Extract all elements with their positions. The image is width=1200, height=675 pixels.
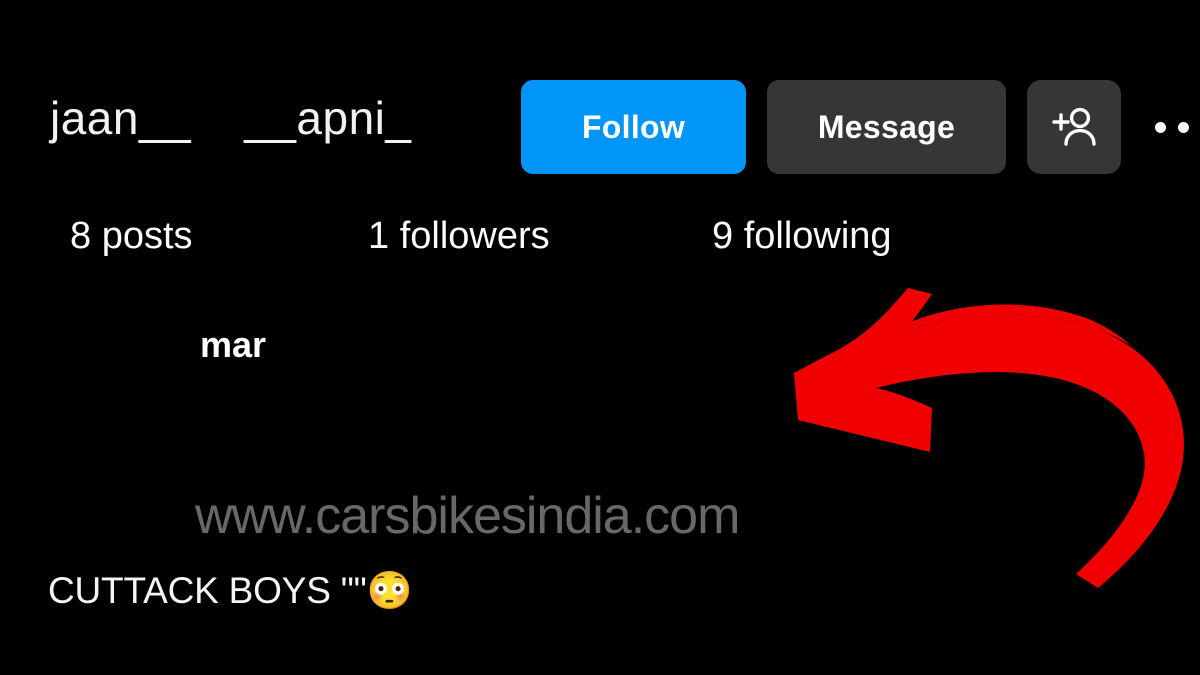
stat-posts[interactable]: 8 posts bbox=[70, 212, 193, 260]
stat-following[interactable]: 9 following bbox=[712, 212, 892, 260]
more-options-button[interactable] bbox=[1155, 112, 1200, 142]
profile-display-name: mar bbox=[200, 324, 267, 365]
profile-header: jaan__ __apni_ Follow Message bbox=[0, 34, 1200, 174]
add-person-button[interactable] bbox=[1027, 80, 1121, 174]
follow-button[interactable]: Follow bbox=[521, 80, 746, 174]
add-person-icon bbox=[1049, 104, 1099, 150]
profile-username: jaan__ __apni_ bbox=[50, 92, 412, 144]
message-button[interactable]: Message bbox=[767, 80, 1006, 174]
more-options-icon bbox=[1155, 121, 1166, 133]
instagram-profile-screenshot: jaan__ __apni_ Follow Message 8 posts 1 … bbox=[0, 0, 1200, 675]
profile-stats: 8 posts 1 followers 9 following bbox=[0, 212, 1200, 268]
more-options-icon bbox=[1178, 121, 1189, 133]
bio-line-1: CUTTACK BOYS ""😳 bbox=[48, 570, 413, 611]
stat-followers[interactable]: 1 followers bbox=[368, 212, 550, 260]
profile-bio: CUTTACK BOYS ""😳 JAY,, SHREE,, RAM🚩 🚩 BH… bbox=[48, 468, 868, 675]
